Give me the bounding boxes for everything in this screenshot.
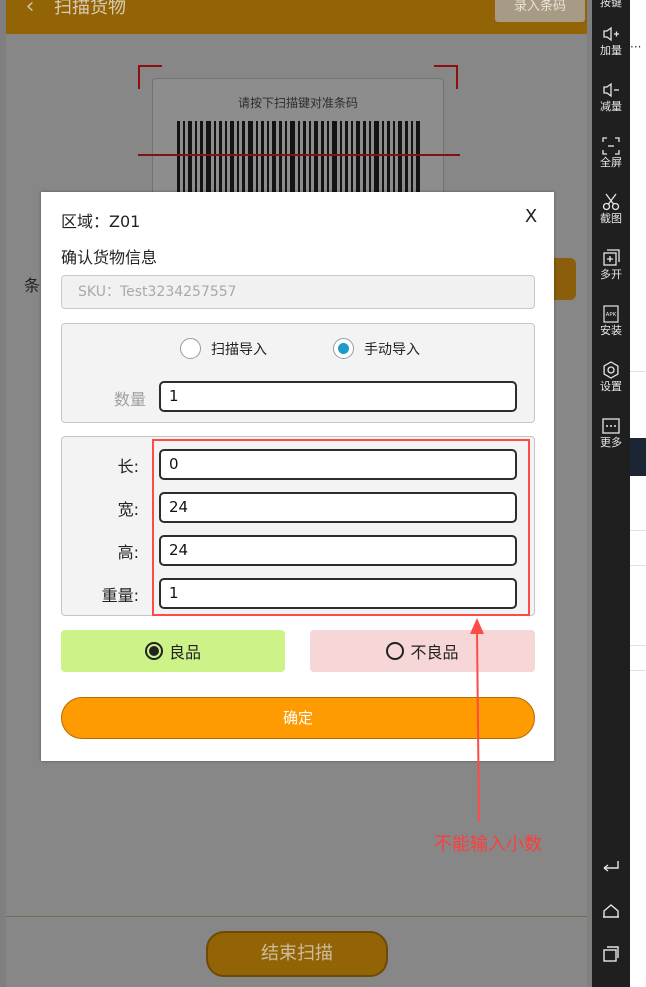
app-title: 扫描货物 <box>54 0 126 18</box>
home-icon[interactable] <box>601 900 621 920</box>
barcode-field-label: 条 <box>24 276 41 295</box>
strip-dark-band <box>630 438 646 476</box>
emulator-toolbar: 按键 加量 减量 全屏 截图 多开 APK 安装 设置 更多 <box>592 0 630 987</box>
width-label: 宽: <box>117 500 139 519</box>
volume-down-icon <box>603 82 619 98</box>
strip-divider <box>630 371 646 372</box>
radio-unselected-icon <box>386 642 405 660</box>
barcode-scan-card: 请按下扫描键对准条码 <box>152 78 444 208</box>
height-label: 高: <box>117 543 139 562</box>
quantity-label: 数量 <box>114 390 147 409</box>
strip-divider <box>630 565 646 566</box>
quantity-input[interactable]: 1 <box>159 381 517 412</box>
section-title: 确认货物信息 <box>61 248 158 267</box>
toolbar-item-label: 全屏 <box>600 156 622 169</box>
scan-laser-line <box>138 154 460 156</box>
defective-product-button[interactable]: 不良品 <box>310 630 535 672</box>
strip-divider <box>630 670 646 671</box>
toolbar-item-label: 加量 <box>600 44 622 57</box>
length-label: 长: <box>117 457 139 476</box>
more-button[interactable]: 更多 <box>592 416 630 450</box>
toolbar-item-label: 安装 <box>600 324 622 337</box>
fullscreen-icon <box>602 137 620 155</box>
defective-product-label: 不良品 <box>410 643 459 662</box>
annotation-text: 不能输入小数 <box>434 834 542 855</box>
strip-divider <box>630 645 646 646</box>
confirm-button[interactable]: 确定 <box>61 697 535 739</box>
toolbar-item-label: 设置 <box>600 380 622 393</box>
fullscreen-button[interactable]: 全屏 <box>592 136 630 170</box>
toolbar-keys-label[interactable]: 按键 <box>592 0 630 10</box>
toolbar-item-label: 截图 <box>600 212 622 225</box>
radio-selected-icon <box>144 642 163 660</box>
enter-code-button[interactable]: 录入条码 <box>495 0 585 22</box>
barcode-icon <box>177 121 420 201</box>
radio-label: 扫描导入 <box>211 341 267 358</box>
volume-up-icon <box>603 26 619 42</box>
barcode-field-button[interactable] <box>554 258 576 300</box>
good-product-label: 良品 <box>168 643 201 662</box>
radio-circle-selected-icon <box>333 338 354 359</box>
manual-import-radio[interactable]: 手动导入 <box>333 338 420 359</box>
volume-up-button[interactable]: 加量 <box>592 24 630 58</box>
scissors-icon <box>602 193 620 211</box>
end-scan-button[interactable]: 结束扫描 <box>206 931 388 977</box>
back-icon[interactable] <box>601 856 621 876</box>
toolbar-item-label: 减量 <box>600 100 622 113</box>
back-arrow-icon[interactable]: ‹ <box>20 0 40 22</box>
scan-import-radio[interactable]: 扫描导入 <box>180 338 267 359</box>
multi-open-button[interactable]: 多开 <box>592 248 630 282</box>
import-section: 扫描导入 手动导入 数量 1 <box>61 323 535 423</box>
sku-field: SKU：Test3234257557 <box>61 275 535 309</box>
radio-label: 手动导入 <box>364 341 420 358</box>
volume-down-button[interactable]: 减量 <box>592 80 630 114</box>
annotation-highlight-box <box>152 439 530 616</box>
weight-label: 重量: <box>101 586 139 605</box>
screenshot-button[interactable]: 截图 <box>592 192 630 226</box>
strip-divider <box>630 530 646 531</box>
apk-glyph: APK <box>606 312 617 318</box>
apk-install-icon: APK <box>603 305 619 323</box>
more-dots-icon[interactable]: ··· <box>630 40 641 54</box>
good-product-button[interactable]: 良品 <box>61 630 285 672</box>
zone-label: 区域：Z01 <box>61 212 141 231</box>
settings-icon <box>603 361 619 379</box>
settings-button[interactable]: 设置 <box>592 360 630 394</box>
more-icon <box>602 418 620 434</box>
app-bar: ‹ 扫描货物 录入条码 <box>6 0 587 34</box>
close-icon[interactable]: X <box>521 206 541 227</box>
background-page-strip: ··· <box>630 0 646 987</box>
toolbar-item-label: 多开 <box>600 268 622 281</box>
toolbar-item-label: 更多 <box>600 436 622 449</box>
multi-open-icon <box>603 249 620 266</box>
scan-hint: 请按下扫描键对准条码 <box>237 96 358 110</box>
bottom-divider <box>6 916 587 917</box>
radio-circle-icon <box>180 338 201 359</box>
recent-apps-icon[interactable] <box>601 944 621 964</box>
apk-install-button[interactable]: APK 安装 <box>592 304 630 338</box>
